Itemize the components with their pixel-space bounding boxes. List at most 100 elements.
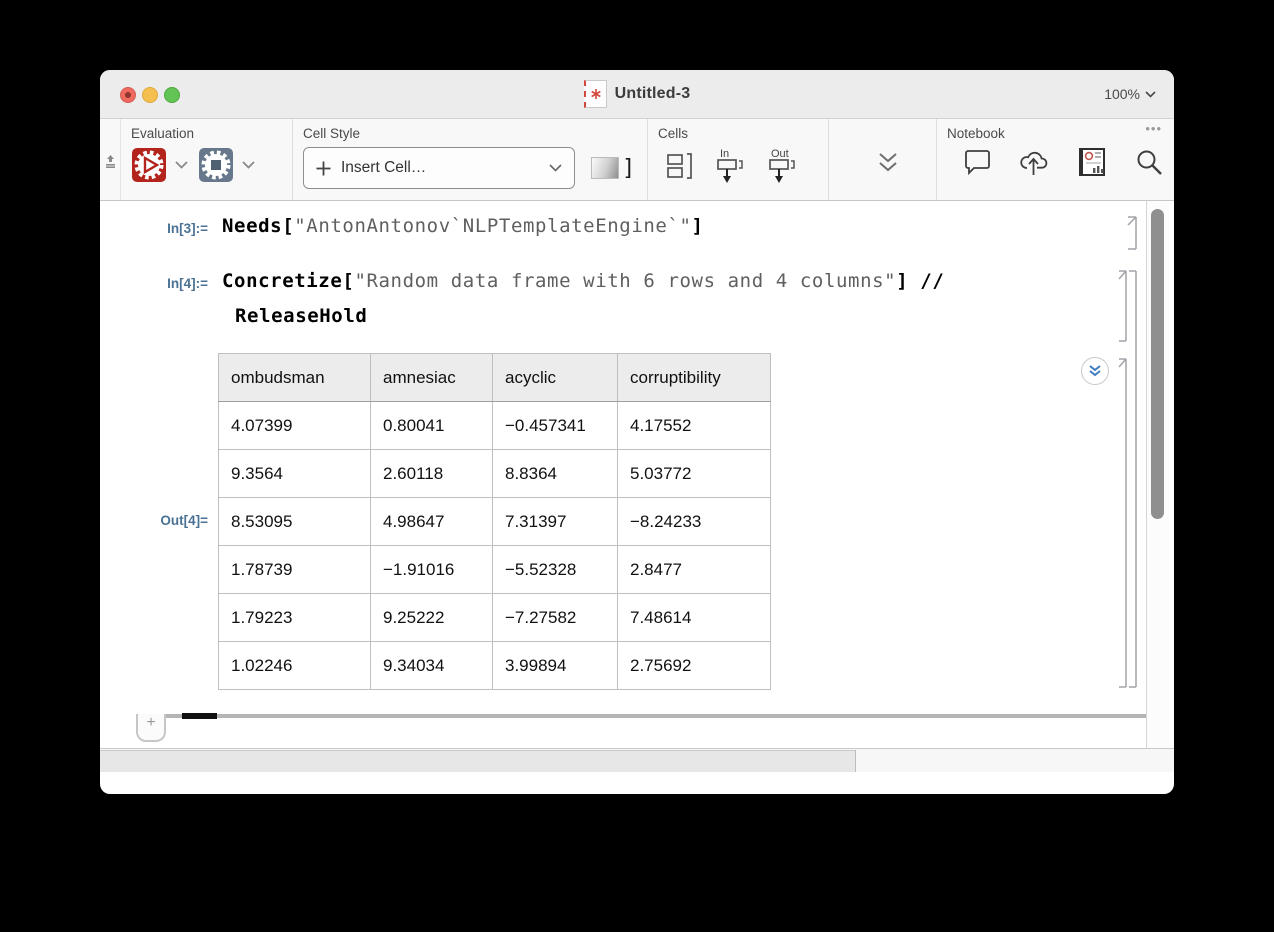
notebook-window: Untitled-3 100% Evaluation <box>100 70 1174 794</box>
code-close-bracket: ] <box>692 215 704 237</box>
column-header: acyclic <box>493 354 618 402</box>
in3-code[interactable]: Needs["AntonAntonov`NLPTemplateEngine`"] <box>222 215 704 237</box>
table-cell: −0.457341 <box>493 402 618 450</box>
move-input-button[interactable]: In <box>716 147 746 185</box>
notebook-content: In[3]:= Needs["AntonAntonov`NLPTemplateE… <box>100 201 1174 772</box>
cloud-publish-button[interactable] <box>1019 147 1051 177</box>
horizontal-scrollbar-thumb[interactable] <box>100 750 856 772</box>
toolbar-section-evaluation: Evaluation <box>121 119 293 200</box>
insert-cell-value: Insert Cell… <box>341 159 539 177</box>
group-cells-button[interactable] <box>666 151 694 181</box>
evaluate-icon <box>131 147 167 183</box>
table-cell: 9.25222 <box>371 594 493 642</box>
collapse-output-button[interactable] <box>1081 357 1109 385</box>
cloud-upload-icon <box>1019 147 1051 177</box>
cell-bracket-in4[interactable] <box>1119 271 1126 341</box>
chevron-down-icon <box>549 164 562 172</box>
table-cell: 0.80041 <box>371 402 493 450</box>
toolbar-section-cells: Cells In <box>648 119 829 200</box>
column-header: corruptibility <box>618 354 771 402</box>
table-cell: −8.24233 <box>618 498 771 546</box>
chat-button[interactable] <box>963 147 993 177</box>
cell-bracket-glyph: ] <box>622 156 635 181</box>
chevron-down-icon <box>1145 91 1156 98</box>
cell-style-swatch[interactable] <box>591 157 619 179</box>
in4-code-line2[interactable]: ReleaseHold <box>235 305 367 327</box>
evaluation-label: Evaluation <box>131 126 292 141</box>
insert-cell-button[interactable]: + <box>136 714 166 742</box>
table-row: 4.073990.80041−0.4573414.17552 <box>219 402 771 450</box>
insert-cell-dropdown[interactable]: Insert Cell… <box>303 147 575 189</box>
title-group: Untitled-3 <box>100 70 1174 118</box>
out-icon-label: Out <box>771 148 789 160</box>
documentation-button[interactable] <box>1077 147 1109 177</box>
cells-label: Cells <box>658 126 828 141</box>
column-header: amnesiac <box>371 354 493 402</box>
in4-label: In[4]:= <box>100 276 208 291</box>
table-cell: 8.8364 <box>493 450 618 498</box>
toolbar-pin-icon[interactable] <box>105 155 116 168</box>
toolbar-section-notebook: Notebook <box>937 119 1174 200</box>
abort-button[interactable] <box>198 147 234 183</box>
toolbar-expand-button[interactable] <box>876 152 900 174</box>
magnification-control[interactable]: 100% <box>1104 70 1156 118</box>
evaluate-menu-button[interactable] <box>175 161 188 169</box>
code-symbol: ReleaseHold <box>235 305 367 327</box>
code-open-bracket: [ <box>282 215 294 237</box>
search-button[interactable] <box>1135 148 1163 176</box>
group-cells-icon <box>666 151 694 181</box>
cell-style-label: Cell Style <box>303 126 647 141</box>
table-cell: 1.79223 <box>219 594 371 642</box>
in3-label: In[3]:= <box>100 221 208 236</box>
toolbar-section-extra <box>829 119 937 200</box>
table-cell: 4.07399 <box>219 402 371 450</box>
documentation-icon <box>1077 147 1109 177</box>
table-cell: 4.98647 <box>371 498 493 546</box>
abort-menu-button[interactable] <box>242 161 255 169</box>
notebook-label: Notebook <box>947 126 1174 141</box>
chevron-down-icon <box>175 161 188 169</box>
table-cell: 5.03772 <box>618 450 771 498</box>
notebook-doc-icon <box>584 80 607 108</box>
table-cell: 2.8477 <box>618 546 771 594</box>
cell-bracket-out4[interactable] <box>1119 359 1126 687</box>
plus-icon: + <box>146 714 155 731</box>
out4-label: Out[4]= <box>100 513 208 528</box>
table-row: 9.35642.601188.83645.03772 <box>219 450 771 498</box>
evaluate-button[interactable] <box>131 147 167 183</box>
window-title: Untitled-3 <box>615 85 691 103</box>
column-header: ombudsman <box>219 354 371 402</box>
table-cell: 9.3564 <box>219 450 371 498</box>
in4-code-line1[interactable]: Concretize["Random data frame with 6 row… <box>222 270 944 292</box>
table-row: 8.530954.986477.31397−8.24233 <box>219 498 771 546</box>
table-cell: 8.53095 <box>219 498 371 546</box>
cell-bracket-group[interactable] <box>1129 271 1136 687</box>
in-icon-label: In <box>720 148 729 160</box>
code-string: "AntonAntonov`NLPTemplateEngine`" <box>294 215 691 237</box>
toolbar-section-cell-style: Cell Style Insert Cell… ] <box>293 119 648 200</box>
plus-icon <box>316 161 331 176</box>
table-cell: 1.02246 <box>219 642 371 690</box>
toolbar-more-button[interactable]: ••• <box>1145 121 1162 136</box>
table-cell: 1.78739 <box>219 546 371 594</box>
table-cell: 2.75692 <box>618 642 771 690</box>
horizontal-scrollbar[interactable] <box>100 748 1174 772</box>
vertical-scrollbar-thumb[interactable] <box>1151 209 1164 519</box>
cell-bracket-in3[interactable] <box>1128 217 1136 249</box>
magnification-value: 100% <box>1104 86 1140 102</box>
cell-bracket-column[interactable] <box>1110 209 1140 689</box>
toolbar: Evaluation <box>100 119 1174 201</box>
title-bar: Untitled-3 100% <box>100 70 1174 119</box>
abort-icon <box>198 147 234 183</box>
double-chevron-down-icon <box>876 152 900 174</box>
toolbar-edge <box>100 119 121 200</box>
comment-bubble-icon <box>963 147 993 177</box>
table-row: 1.022469.340343.998942.75692 <box>219 642 771 690</box>
vertical-scrollbar[interactable] <box>1146 201 1169 772</box>
table-row: 1.792239.25222−7.275827.48614 <box>219 594 771 642</box>
spikey-icon <box>590 88 602 100</box>
move-output-button[interactable]: Out <box>768 147 800 185</box>
cell-insertion-line <box>162 714 1146 718</box>
code-string: "Random data frame with 6 rows and 4 col… <box>354 270 896 292</box>
search-icon <box>1135 148 1163 176</box>
